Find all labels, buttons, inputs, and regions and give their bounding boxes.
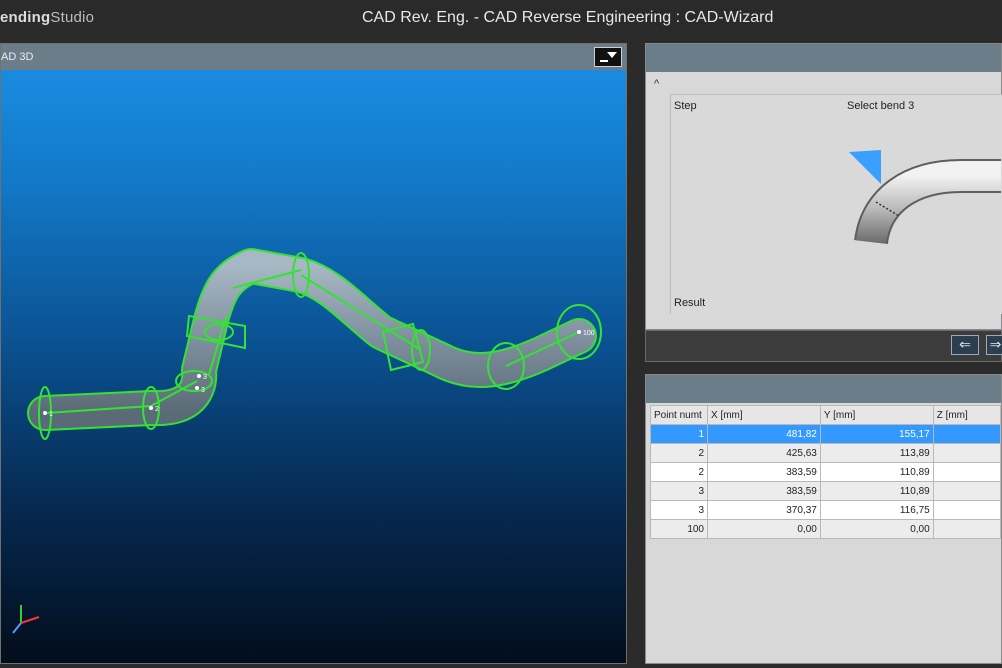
cell-z <box>932 443 1002 463</box>
cad-3d-view[interactable]: AD 3D 1 2 3 3 100 <box>0 43 627 664</box>
wizard-panel-header <box>646 44 1001 72</box>
cell-x: 481,82 <box>707 424 821 444</box>
cell-y: 0,00 <box>819 519 934 539</box>
cell-z <box>932 519 1002 539</box>
pipe-model[interactable]: 1 2 3 3 100 <box>1 70 626 663</box>
cell-point: 3 <box>650 481 708 501</box>
step-label: Step <box>674 100 697 112</box>
cell-z <box>932 500 1002 520</box>
points-table[interactable]: Point numt X [mm] Y [mm] Z [mm] 1 481,82… <box>650 405 1002 539</box>
view-options-button[interactable] <box>594 47 622 67</box>
col-x[interactable]: X [mm] <box>707 405 821 425</box>
title-bar: endingStudio CAD Rev. Eng. - CAD Reverse… <box>0 0 1002 38</box>
cell-y: 113,89 <box>819 443 934 463</box>
step-instruction: Select bend 3 <box>847 100 915 112</box>
points-panel-header <box>646 375 1001 403</box>
table-row[interactable]: 2 425,63 113,89 <box>650 443 1002 463</box>
cell-y: 155,17 <box>819 424 934 444</box>
cell-point: 2 <box>650 443 708 463</box>
table-header-row: Point numt X [mm] Y [mm] Z [mm] <box>650 405 1002 425</box>
cell-point: 2 <box>650 462 708 482</box>
cell-point: 3 <box>650 500 708 520</box>
collapse-caret-icon[interactable]: ^ <box>654 78 659 90</box>
forward-button[interactable]: ⇒ <box>986 335 1002 355</box>
cell-y: 116,75 <box>819 500 934 520</box>
point-label-100: 100 <box>583 330 595 337</box>
cell-x: 383,59 <box>707 462 821 482</box>
cell-z <box>932 481 1002 501</box>
back-button[interactable]: ⇐ <box>951 335 979 355</box>
cell-z <box>932 424 1002 444</box>
view3d-title: AD 3D <box>1 51 34 63</box>
point-label-2: 2 <box>155 406 159 413</box>
col-y[interactable]: Y [mm] <box>819 405 934 425</box>
cell-x: 0,00 <box>707 519 821 539</box>
cell-point: 1 <box>650 424 708 444</box>
wizard-panel: ^ Step Select bend 3 Result <box>645 43 1002 330</box>
wizard-navigation: ⇐ ⇒ <box>645 330 1002 362</box>
point-label-3a: 3 <box>203 374 207 381</box>
cell-x: 425,63 <box>707 443 821 463</box>
table-row[interactable]: 2 383,59 110,89 <box>650 462 1002 482</box>
table-row[interactable]: 3 370,37 116,75 <box>650 500 1002 520</box>
point-label-3b: 3 <box>201 387 205 394</box>
col-point-number[interactable]: Point numt <box>650 405 708 425</box>
table-row[interactable]: 1 481,82 155,17 <box>650 424 1002 444</box>
cell-point: 100 <box>650 519 708 539</box>
cell-x: 383,59 <box>707 481 821 501</box>
table-row[interactable]: 3 383,59 110,89 <box>650 481 1002 501</box>
axis-triad-icon <box>12 605 40 634</box>
view3d-header: AD 3D <box>1 44 626 70</box>
bend-preview-image <box>849 150 1001 245</box>
app-brand: endingStudio <box>0 9 95 26</box>
window-title: CAD Rev. Eng. - CAD Reverse Engineering … <box>362 9 774 26</box>
table-row[interactable]: 100 0,00 0,00 <box>650 519 1002 539</box>
result-label: Result <box>674 297 706 309</box>
arrow-right-icon: ⇒ <box>989 336 1002 352</box>
cell-x: 370,37 <box>707 500 821 520</box>
arrow-left-icon: ⇐ <box>959 336 971 352</box>
bend-marker-icon <box>849 150 881 184</box>
splitter[interactable] <box>638 43 645 664</box>
col-z[interactable]: Z [mm] <box>932 405 1002 425</box>
cell-y: 110,89 <box>819 481 934 501</box>
points-panel: Point numt X [mm] Y [mm] Z [mm] 1 481,82… <box>645 374 1002 664</box>
cell-z <box>932 462 1002 482</box>
cell-y: 110,89 <box>819 462 934 482</box>
point-label-1: 1 <box>49 411 53 418</box>
